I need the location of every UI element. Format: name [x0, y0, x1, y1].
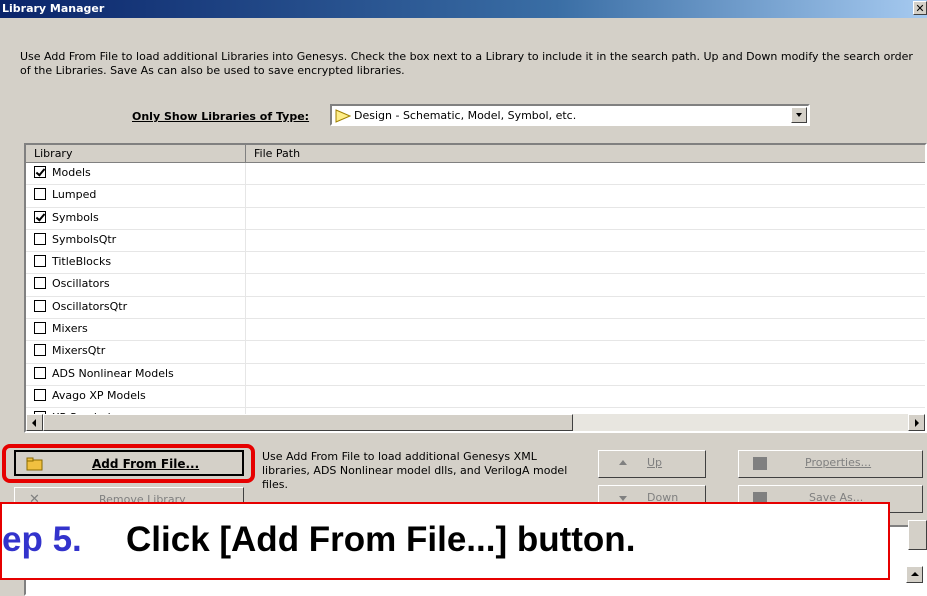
- arrow-down-icon: [619, 496, 627, 501]
- include-checkbox[interactable]: [34, 255, 46, 268]
- step-number: ep 5.: [2, 520, 82, 559]
- table-row[interactable]: Oscillators: [26, 274, 925, 297]
- list-header: Library File Path: [26, 145, 925, 163]
- intro-text: Use Add From File to load additional Lib…: [20, 50, 913, 77]
- window-title: Library Manager: [2, 2, 105, 15]
- horizontal-scrollbar[interactable]: [26, 414, 925, 431]
- properties-label: Properties...: [805, 456, 872, 469]
- column-header-library[interactable]: Library: [26, 145, 246, 163]
- scrollbar-thumb[interactable]: [43, 414, 573, 431]
- highlight-box: [2, 444, 255, 483]
- table-row[interactable]: Models: [26, 163, 925, 186]
- include-checkbox[interactable]: [34, 210, 46, 223]
- library-name: Lumped: [52, 188, 97, 202]
- instruction-callout: ep 5. Click [Add From File...] button.: [0, 502, 890, 580]
- column-divider: [245, 296, 246, 319]
- scroll-right-icon[interactable]: [908, 414, 925, 431]
- design-folder-icon: [335, 109, 352, 126]
- scroll-up-icon[interactable]: [906, 566, 923, 583]
- filter-label: Only Show Libraries of Type:: [132, 110, 310, 123]
- column-divider: [245, 163, 246, 185]
- chevron-down-icon[interactable]: [791, 107, 807, 123]
- include-checkbox[interactable]: [34, 277, 46, 290]
- library-name: ADS Nonlinear Models: [52, 366, 174, 380]
- column-divider: [245, 185, 246, 207]
- table-row[interactable]: Symbols: [26, 207, 925, 230]
- library-name: Oscillators: [52, 277, 110, 291]
- column-divider: [245, 385, 246, 408]
- include-checkbox[interactable]: [34, 366, 46, 379]
- include-checkbox[interactable]: [34, 299, 46, 312]
- column-divider: [245, 229, 246, 252]
- include-checkbox[interactable]: [34, 232, 46, 245]
- up-button[interactable]: Up: [598, 450, 706, 478]
- title-bar: Library Manager ✕: [0, 0, 927, 18]
- library-rows: Models Lumped Symbols SymbolsQtr TitleBlocks…: [26, 163, 925, 431]
- step-instruction: Click [Add From File...] button.: [126, 520, 636, 559]
- properties-icon: [753, 457, 767, 470]
- include-checkbox[interactable]: [34, 344, 46, 357]
- library-name: SymbolsQtr: [52, 232, 117, 246]
- side-panel-edge: [908, 520, 927, 550]
- column-divider: [245, 274, 246, 296]
- library-list[interactable]: Library File Path Models Lumped Symbols Sym…: [24, 143, 927, 433]
- column-divider: [245, 319, 246, 341]
- table-row[interactable]: MixersQtr: [26, 341, 925, 364]
- library-name: Avago XP Models: [52, 388, 146, 402]
- library-type-dropdown[interactable]: Design - Schematic, Model, Symbol, etc.: [330, 104, 810, 126]
- arrow-up-icon: [619, 460, 627, 465]
- library-name: TitleBlocks: [52, 255, 112, 269]
- close-icon[interactable]: ✕: [913, 1, 927, 15]
- table-row[interactable]: Lumped: [26, 185, 925, 208]
- column-divider: [245, 252, 246, 274]
- library-name: Symbols: [52, 210, 99, 224]
- library-name: MixersQtr: [52, 344, 106, 358]
- include-checkbox[interactable]: [34, 388, 46, 401]
- table-row[interactable]: SymbolsQtr: [26, 229, 925, 253]
- table-row[interactable]: Avago XP Models: [26, 385, 925, 409]
- table-row[interactable]: ADS Nonlinear Models: [26, 363, 925, 386]
- include-checkbox[interactable]: [34, 188, 46, 201]
- column-header-file-path[interactable]: File Path: [246, 145, 925, 163]
- table-row[interactable]: OscillatorsQtr: [26, 296, 925, 320]
- scroll-left-icon[interactable]: [26, 414, 43, 431]
- add-help-text: Use Add From File to load additional Gen…: [262, 450, 568, 491]
- column-divider: [245, 341, 246, 363]
- up-label: Up: [647, 456, 663, 469]
- dropdown-selected-value: Design - Schematic, Model, Symbol, etc.: [354, 109, 577, 122]
- library-name: Models: [52, 166, 91, 179]
- library-name: OscillatorsQtr: [52, 299, 128, 313]
- column-divider: [245, 207, 246, 229]
- table-row[interactable]: Mixers: [26, 319, 925, 342]
- table-row[interactable]: TitleBlocks: [26, 252, 925, 275]
- include-checkbox[interactable]: [34, 322, 46, 335]
- column-divider: [245, 363, 246, 385]
- include-checkbox[interactable]: [34, 166, 46, 178]
- library-name: Mixers: [52, 322, 88, 336]
- properties-button[interactable]: Properties...: [738, 450, 923, 478]
